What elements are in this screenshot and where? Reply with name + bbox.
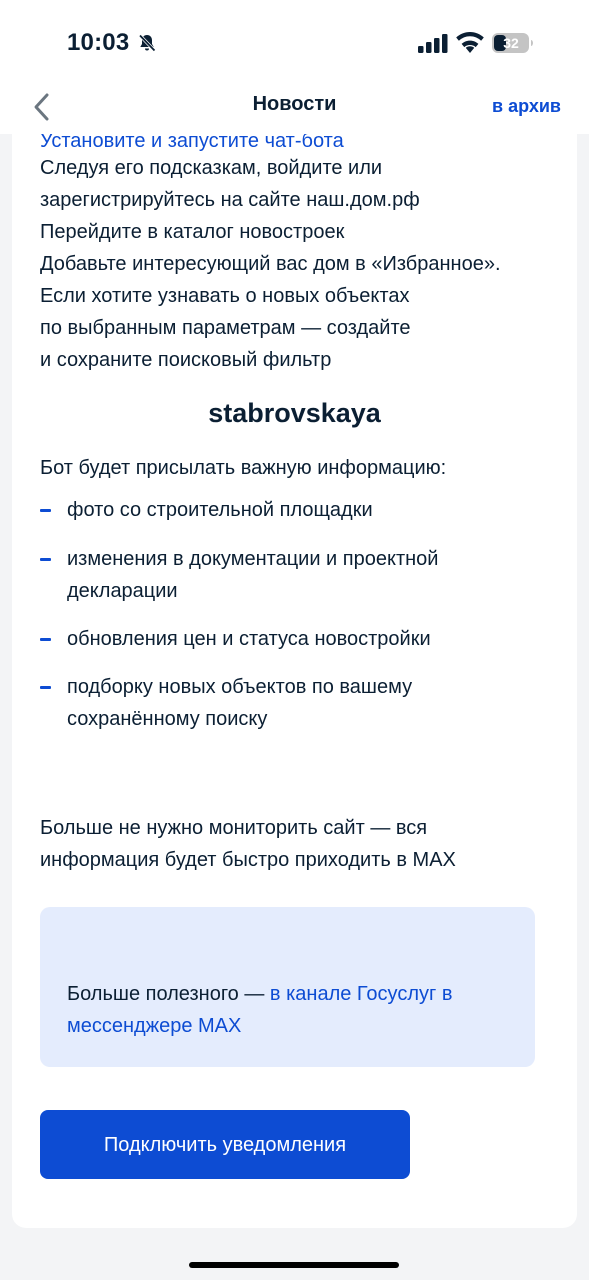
news-card: Установите и запустите чат-бота Следуя е… [12,134,577,1228]
list-item-text: обновления цен и статуса новостройки [67,628,431,650]
instruction-line: Если хотите узнавать о новых объектах [40,285,410,307]
instruction-line: Добавьте интересующий вас дом в «Избранн… [40,253,501,275]
wifi-icon [456,32,484,53]
signal-icon [418,34,448,53]
status-time: 10:03 [67,29,130,56]
subscribe-notifications-button[interactable]: Подключить уведомления [40,1110,410,1179]
bullet-dash [40,638,51,641]
bullet-dash [40,509,51,512]
nav-header: Новости в архив [0,84,589,134]
list-item-text: фото со строительной площадки [67,499,373,521]
instruction-line: по выбранным параметрам — создайте [40,317,411,339]
instruction-line: зарегистрируйтесь на сайте наш.дом.рф [40,189,420,211]
info-prefix: Больше полезного — [67,983,270,1005]
chevron-left-icon[interactable] [30,92,54,122]
battery-level: 32 [503,35,519,51]
instruction-line: и сохраните поисковый фильтр [40,349,332,371]
list-item-text: подборку новых объектов по вашему сохран… [67,676,413,730]
info-box: Больше полезного — в канале Госуслуг в м… [40,907,535,1067]
instruction-line: Перейдите в каталог новостроек [40,221,345,243]
info-text: Больше полезного — в канале Госуслуг в м… [67,978,507,1042]
bullet-dash [40,686,51,689]
instructions-text: Следуя его подсказкам, войдите или зарег… [40,152,501,376]
bullet-dash [40,558,51,561]
summary-text: Больше не нужно мониторить сайт — вся ин… [40,817,456,871]
instruction-line: Следуя его подсказкам, войдите или [40,157,383,179]
list-item-text: изменения в документации и проектной дек… [67,548,439,602]
bell-off-icon [138,34,156,52]
archive-link[interactable]: в архив [492,96,561,117]
bot-intro-text: Бот будет присылать важную информацию: [40,457,447,479]
status-bar: 10:03 32 [0,0,589,84]
bot-name: stabrovskaya [208,398,381,428]
home-indicator [189,1262,399,1268]
